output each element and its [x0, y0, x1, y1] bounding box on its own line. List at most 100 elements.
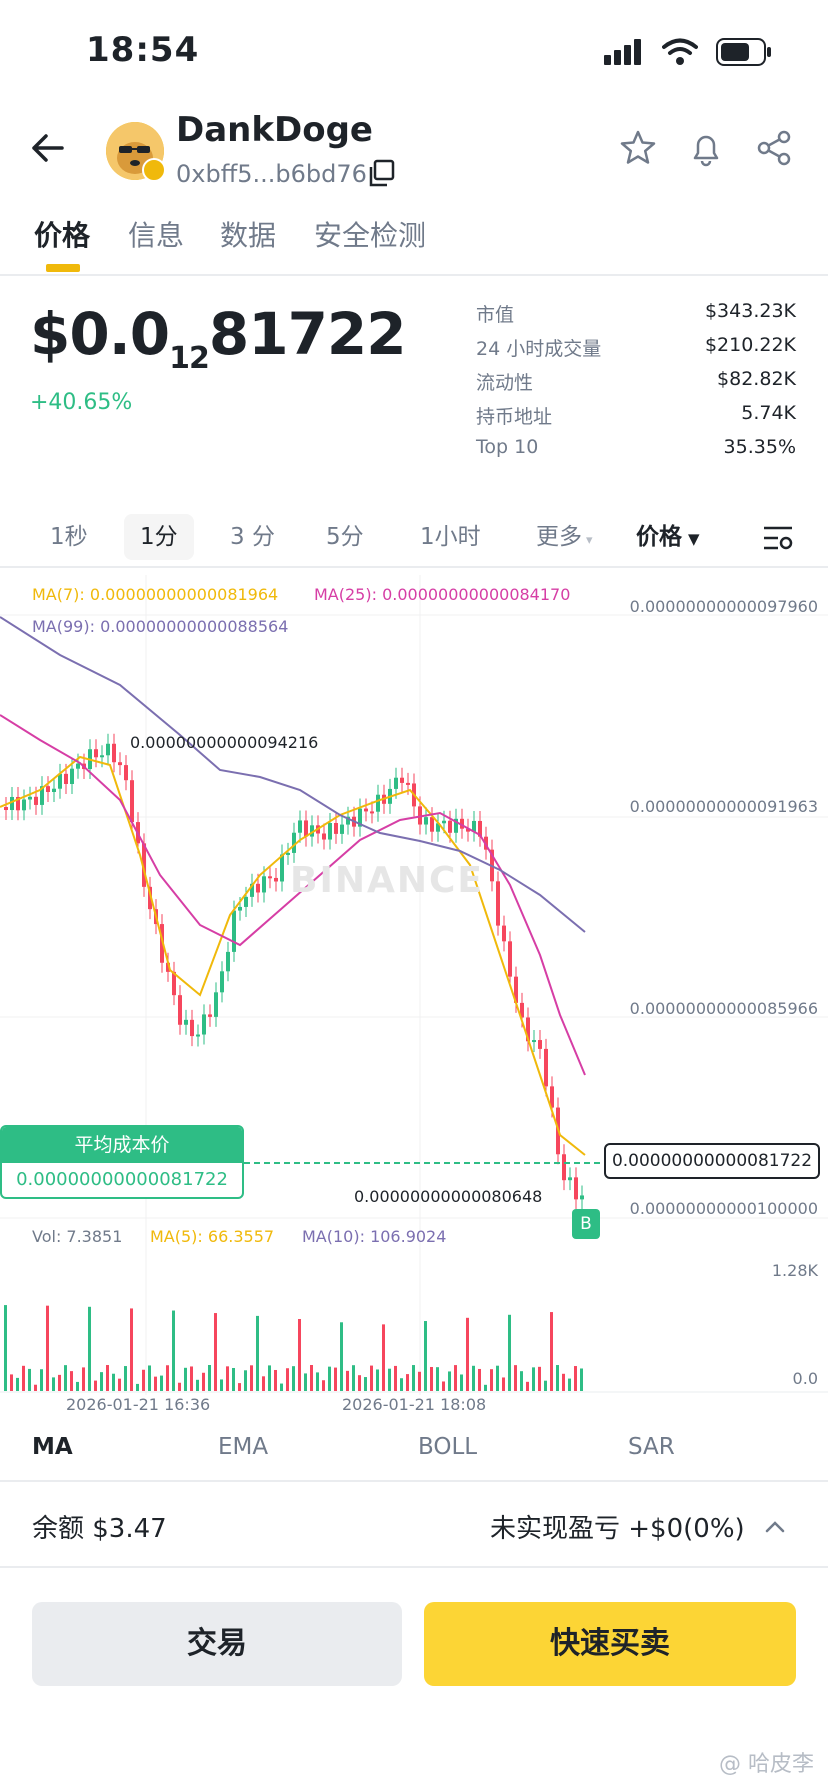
- volume-bar: [130, 1308, 133, 1391]
- tab-price[interactable]: 价格: [34, 214, 90, 254]
- volume-bar: [100, 1372, 103, 1391]
- high-price-label: 0.00000000000094216: [130, 733, 319, 752]
- bell-icon[interactable]: [686, 128, 726, 168]
- chart-type-select[interactable]: 价格 ▼: [636, 514, 700, 560]
- copy-icon[interactable]: [366, 158, 396, 188]
- indicator-ema[interactable]: EMA: [218, 1434, 268, 1460]
- candle-body: [100, 755, 104, 758]
- volume-bar: [154, 1376, 157, 1391]
- volume-bar: [22, 1365, 25, 1391]
- candle-body: [118, 762, 122, 766]
- volume-bar: [334, 1367, 337, 1391]
- volume-bar: [322, 1380, 325, 1391]
- volume-bar: [346, 1370, 349, 1391]
- volume-bar: [340, 1322, 343, 1391]
- stat-row: 持币地址 5.74K: [476, 402, 796, 428]
- interval-more[interactable]: 更多 ▾: [536, 514, 593, 560]
- interval-5m[interactable]: 5分: [326, 514, 364, 560]
- indicator-boll[interactable]: BOLL: [418, 1434, 477, 1460]
- indicator-ma[interactable]: MA: [32, 1434, 73, 1460]
- volume-bar: [94, 1380, 97, 1391]
- token-address: 0xbff5...b6bd76: [176, 160, 367, 188]
- price-chart[interactable]: BINANCE MA(7): 0.00000000000081964 MA(25…: [0, 575, 828, 1414]
- volume-bar: [376, 1369, 379, 1391]
- vol-axis-bottom: 0.0: [792, 1369, 818, 1388]
- volume-bar: [496, 1365, 499, 1391]
- stat-row: 流动性 $82.82K: [476, 368, 796, 394]
- volume-bar: [172, 1310, 175, 1391]
- share-icon[interactable]: [754, 128, 794, 168]
- vol-ma10-legend: MA(10): 106.9024: [302, 1227, 447, 1246]
- price-change: +40.65%: [30, 390, 133, 415]
- axis-label: 0.00000000000100000: [629, 1199, 818, 1218]
- candle-body: [52, 788, 56, 792]
- interval-selector: 1秒 1分 3 分 5分 1小时 更多 ▾ 价格 ▼: [0, 506, 828, 568]
- candle-body: [232, 910, 236, 952]
- candle-body: [70, 768, 74, 784]
- balance-row[interactable]: 余额 $3.47 未实现盈亏 +$0(0%): [0, 1486, 828, 1568]
- tab-security[interactable]: 安全检测: [314, 214, 426, 254]
- volume-bar: [226, 1366, 229, 1391]
- chevron-up-icon[interactable]: [762, 1514, 788, 1540]
- candle-body: [226, 951, 230, 972]
- volume-bar: [232, 1367, 235, 1391]
- axis-label: 0.00000000000091963: [629, 797, 818, 816]
- candle-body: [238, 906, 242, 911]
- balance-text: 余额 $3.47: [32, 1514, 167, 1544]
- volume-bar: [418, 1371, 421, 1391]
- candle-body: [202, 1014, 206, 1035]
- tab-data[interactable]: 数据: [220, 214, 276, 254]
- trade-button[interactable]: 交易: [32, 1602, 402, 1686]
- buy-marker[interactable]: B: [572, 1209, 600, 1239]
- volume-bar: [34, 1384, 37, 1391]
- interval-1m[interactable]: 1分: [124, 514, 194, 560]
- volume-bar: [580, 1368, 583, 1391]
- volume-bar: [556, 1365, 559, 1391]
- volume-legend: Vol: 7.3851: [32, 1227, 123, 1246]
- candle-body: [424, 817, 428, 825]
- volume-bar: [508, 1314, 511, 1391]
- battery-icon: [716, 38, 771, 66]
- indicator-sar[interactable]: SAR: [628, 1434, 675, 1460]
- interval-3m[interactable]: 3 分: [230, 514, 275, 560]
- interval-1s[interactable]: 1秒: [50, 514, 88, 560]
- volume-bar: [118, 1378, 121, 1391]
- tab-info[interactable]: 信息: [128, 214, 184, 254]
- chart-settings-icon[interactable]: [762, 524, 794, 552]
- candle-body: [280, 854, 284, 882]
- volume-bar: [46, 1305, 49, 1391]
- volume-bar: [502, 1377, 505, 1391]
- quick-trade-button[interactable]: 快速买卖: [424, 1602, 796, 1686]
- volume-bar: [106, 1365, 109, 1391]
- star-icon[interactable]: [618, 128, 658, 168]
- volume-bar: [460, 1374, 463, 1391]
- back-arrow-icon[interactable]: [28, 128, 68, 168]
- volume-bar: [484, 1384, 487, 1391]
- volume-bar: [10, 1374, 13, 1391]
- token-stats: 市值 $343.23K 24 小时成交量 $210.22K 流动性 $82.82K 持…: [476, 300, 796, 470]
- candle-body: [256, 883, 260, 893]
- volume-bar: [412, 1365, 415, 1391]
- low-price-label: 0.00000000000080648: [354, 1187, 543, 1206]
- candle-body: [394, 777, 398, 789]
- volume-bar: [472, 1365, 475, 1391]
- interval-1h[interactable]: 1小时: [420, 514, 481, 560]
- volume-bar: [196, 1379, 199, 1391]
- candle-body: [544, 1048, 548, 1087]
- indicator-tabs: MA EMA BOLL SAR: [0, 1420, 828, 1482]
- candle-body: [196, 1034, 200, 1037]
- volume-bar: [166, 1365, 169, 1391]
- ma25-legend: MA(25): 0.00000000000084170: [314, 585, 571, 604]
- volume-bar: [214, 1313, 217, 1391]
- volume-bar: [238, 1383, 241, 1391]
- candle-body: [562, 1154, 566, 1181]
- price-zero-count: 12: [169, 341, 210, 376]
- candle-body: [376, 794, 380, 812]
- volume-bar: [202, 1372, 205, 1391]
- volume-bar: [124, 1366, 127, 1391]
- volume-bar: [250, 1365, 253, 1391]
- candle-body: [178, 995, 182, 1025]
- avg-cost-box: 平均成本价 0.00000000000081722: [0, 1125, 244, 1199]
- axis-label: 0.00000000000097960: [629, 597, 818, 616]
- candle-body: [112, 743, 116, 763]
